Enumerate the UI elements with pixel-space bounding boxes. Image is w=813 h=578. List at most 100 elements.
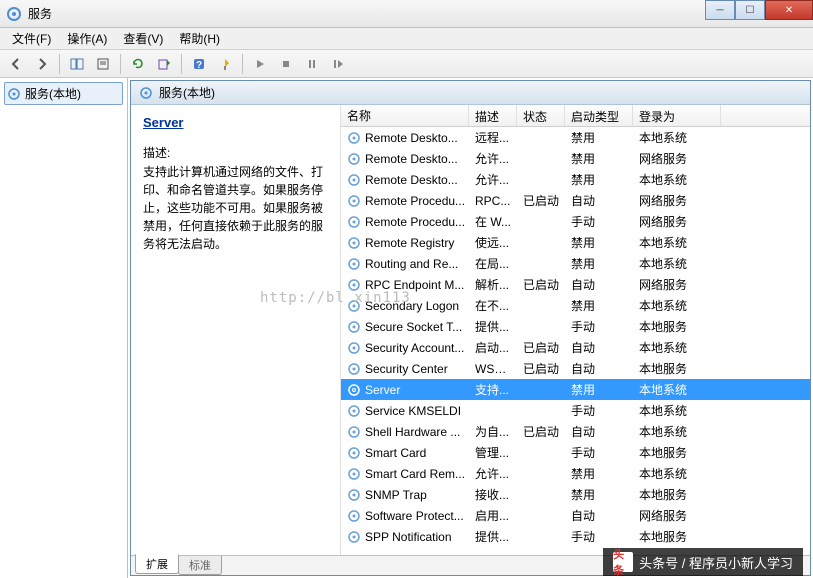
help-button[interactable]: ? <box>187 52 211 76</box>
cell-desc: 允许... <box>469 169 517 190</box>
cell-status <box>517 220 565 224</box>
cell-name: Secure Socket T... <box>341 318 469 336</box>
list-header: 名称 描述 状态 启动类型 登录为 <box>341 105 810 127</box>
gear-icon <box>347 467 361 481</box>
menu-action[interactable]: 操作(A) <box>59 28 115 49</box>
cell-name: Secondary Logon <box>341 297 469 315</box>
service-row[interactable]: Remote Procedu...在 W...手动网络服务 <box>341 211 810 232</box>
cell-logon: 本地系统 <box>633 295 721 316</box>
right-pane: 服务(本地) Server 描述: 支持此计算机通过网络的文件、打印、和命名管道… <box>130 80 811 576</box>
start-service-button[interactable] <box>248 52 272 76</box>
tree-pane: 服务(本地) <box>0 78 128 578</box>
cell-desc <box>469 409 517 413</box>
list-body[interactable]: Remote Deskto...远程...禁用本地系统Remote Deskto… <box>341 127 810 555</box>
cell-name: Security Center <box>341 360 469 378</box>
service-row[interactable]: RPC Endpoint M...解析...已启动自动网络服务 <box>341 274 810 295</box>
cell-desc: 在不... <box>469 295 517 316</box>
cell-desc: 管理... <box>469 442 517 463</box>
cell-startup: 禁用 <box>565 169 633 190</box>
window-buttons: ─ ☐ ✕ <box>705 0 813 20</box>
service-row[interactable]: Secure Socket T...提供...手动本地服务 <box>341 316 810 337</box>
cell-status <box>517 136 565 140</box>
cell-logon: 本地系统 <box>633 337 721 358</box>
service-row[interactable]: Remote Registry使远...禁用本地系统 <box>341 232 810 253</box>
menu-bar: 文件(F) 操作(A) 查看(V) 帮助(H) <box>0 28 813 50</box>
tree-root-label: 服务(本地) <box>25 85 81 102</box>
detail-column: Server 描述: 支持此计算机通过网络的文件、打印、和命名管道共享。如果服务… <box>131 105 341 555</box>
tab-standard[interactable]: 标准 <box>178 556 222 575</box>
col-name[interactable]: 名称 <box>341 105 469 126</box>
service-row[interactable]: Smart Card Rem...允许...禁用本地系统 <box>341 463 810 484</box>
service-row[interactable]: Secondary Logon在不...禁用本地系统 <box>341 295 810 316</box>
menu-file[interactable]: 文件(F) <box>4 28 59 49</box>
menu-view[interactable]: 查看(V) <box>115 28 171 49</box>
back-button[interactable] <box>4 52 28 76</box>
minimize-button[interactable]: ─ <box>705 0 735 20</box>
cell-status: 已启动 <box>517 337 565 358</box>
service-row[interactable]: Shell Hardware ...为自...已启动自动本地系统 <box>341 421 810 442</box>
cell-startup: 手动 <box>565 400 633 421</box>
gear-icon <box>347 194 361 208</box>
menu-help[interactable]: 帮助(H) <box>171 28 228 49</box>
cell-startup: 自动 <box>565 337 633 358</box>
col-status[interactable]: 状态 <box>517 105 565 126</box>
refresh-button[interactable] <box>126 52 150 76</box>
service-row[interactable]: Remote Deskto...远程...禁用本地系统 <box>341 127 810 148</box>
cell-logon: 本地系统 <box>633 253 721 274</box>
forward-button[interactable] <box>30 52 54 76</box>
restart-service-button[interactable] <box>326 52 350 76</box>
col-desc[interactable]: 描述 <box>469 105 517 126</box>
service-row[interactable]: SPP Notification提供...手动本地服务 <box>341 526 810 547</box>
properties-button[interactable] <box>91 52 115 76</box>
pane-title: 服务(本地) <box>159 84 215 101</box>
show-hide-tree-button[interactable] <box>65 52 89 76</box>
service-row[interactable]: Security Account...启动...已启动自动本地系统 <box>341 337 810 358</box>
gear-icon <box>347 362 361 376</box>
service-row[interactable]: Service KMSELDI手动本地系统 <box>341 400 810 421</box>
tab-extended[interactable]: 扩展 <box>135 554 179 574</box>
cell-status: 已启动 <box>517 274 565 295</box>
cell-name: Remote Registry <box>341 234 469 252</box>
cell-logon: 网络服务 <box>633 274 721 295</box>
gear-icon <box>347 278 361 292</box>
cell-desc: 允许... <box>469 148 517 169</box>
tree-root-services[interactable]: 服务(本地) <box>4 82 123 105</box>
cell-name: SPP Notification <box>341 528 469 546</box>
service-row[interactable]: Routing and Re...在局...禁用本地系统 <box>341 253 810 274</box>
cell-desc: 支持... <box>469 379 517 400</box>
service-row[interactable]: Smart Card管理...手动本地服务 <box>341 442 810 463</box>
cell-logon: 本地服务 <box>633 484 721 505</box>
export-button[interactable] <box>152 52 176 76</box>
cell-desc: 启动... <box>469 337 517 358</box>
toutiao-logo: 头条 <box>613 552 633 572</box>
cell-startup: 自动 <box>565 421 633 442</box>
gear-icon <box>347 299 361 313</box>
col-logon[interactable]: 登录为 <box>633 105 721 126</box>
cell-logon: 本地服务 <box>633 358 721 379</box>
cell-logon: 网络服务 <box>633 148 721 169</box>
service-row[interactable]: Security CenterWSC...已启动自动本地服务 <box>341 358 810 379</box>
service-row[interactable]: Software Protect...启用...自动网络服务 <box>341 505 810 526</box>
pause-service-button[interactable] <box>300 52 324 76</box>
gear-icon <box>347 509 361 523</box>
cell-status <box>517 388 565 392</box>
col-startup[interactable]: 启动类型 <box>565 105 633 126</box>
cell-name: Software Protect... <box>341 507 469 525</box>
cell-startup: 自动 <box>565 358 633 379</box>
service-row[interactable]: SNMP Trap接收...禁用本地服务 <box>341 484 810 505</box>
service-row[interactable]: Remote Deskto...允许...禁用网络服务 <box>341 148 810 169</box>
cell-status <box>517 514 565 518</box>
service-row[interactable]: Server支持...禁用本地系统 <box>341 379 810 400</box>
cell-name: Security Account... <box>341 339 469 357</box>
maximize-button[interactable]: ☐ <box>735 0 765 20</box>
service-row[interactable]: Remote Procedu...RPC...已启动自动网络服务 <box>341 190 810 211</box>
close-button[interactable]: ✕ <box>765 0 813 20</box>
service-row[interactable]: Remote Deskto...允许...禁用本地系统 <box>341 169 810 190</box>
help-index-button[interactable] <box>213 52 237 76</box>
cell-status <box>517 451 565 455</box>
separator <box>59 54 60 74</box>
gear-icon <box>347 425 361 439</box>
selected-service-name[interactable]: Server <box>143 115 328 130</box>
cell-name: RPC Endpoint M... <box>341 276 469 294</box>
stop-service-button[interactable] <box>274 52 298 76</box>
